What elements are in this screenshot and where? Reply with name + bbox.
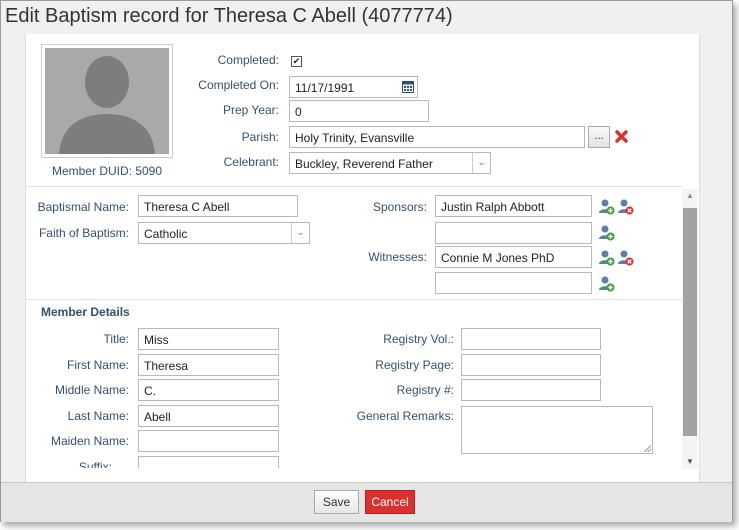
suffix-input[interactable] xyxy=(138,456,279,468)
witnesses-label: Witnesses: xyxy=(368,250,427,264)
completed-label: Completed: xyxy=(217,53,279,67)
completed-on-label: Completed On: xyxy=(198,78,279,92)
last-name-input[interactable]: Abell xyxy=(138,405,279,427)
witness-input-1[interactable]: Connie M Jones PhD xyxy=(435,246,592,268)
middle-name-input[interactable]: C. xyxy=(138,379,279,401)
celebrant-label: Celebrant: xyxy=(223,155,279,169)
general-remarks-label: General Remarks: xyxy=(356,409,454,423)
registry-page-label: Registry Page: xyxy=(375,358,454,372)
prep-year-input[interactable]: 0 xyxy=(289,100,429,122)
title-input[interactable]: Miss xyxy=(138,328,279,350)
member-details-title: Member Details xyxy=(41,305,130,319)
registry-number-input[interactable] xyxy=(461,379,601,401)
first-name-label: First Name: xyxy=(66,358,129,372)
general-remarks-textarea[interactable] xyxy=(461,406,653,454)
edit-baptism-dialog: Edit Baptism record for Theresa C Abell … xyxy=(0,0,733,522)
registry-vol-input[interactable] xyxy=(461,328,601,350)
resize-handle-icon[interactable] xyxy=(644,445,651,452)
registry-vol-label: Registry Vol.: xyxy=(383,332,454,346)
divider xyxy=(26,299,682,300)
scroll-up-arrow-icon[interactable]: ▲ xyxy=(682,189,698,203)
chevron-down-icon[interactable]: ⌄ xyxy=(472,153,490,173)
red-x-icon[interactable] xyxy=(614,129,629,144)
add-person-icon[interactable] xyxy=(598,275,615,292)
add-person-icon[interactable] xyxy=(598,198,615,215)
member-duid: Member DUID: 5090 xyxy=(51,164,163,178)
chevron-down-icon[interactable]: ⌄ xyxy=(291,223,309,243)
title-label: Title: xyxy=(103,332,129,346)
baptismal-name-label: Baptismal Name: xyxy=(37,200,129,214)
dialog-footer: Save Cancel xyxy=(1,482,732,522)
calendar-icon[interactable] xyxy=(402,80,414,93)
dialog-content: Member DUID: 5090 Completed: ✔ Completed… xyxy=(25,34,700,482)
witness-input-2[interactable] xyxy=(435,272,592,294)
parish-input[interactable]: Holy Trinity, Evansville xyxy=(289,126,585,148)
divider xyxy=(26,186,682,187)
remove-person-icon[interactable] xyxy=(617,249,634,266)
scroll-down-arrow-icon[interactable]: ▼ xyxy=(682,455,698,469)
first-name-input[interactable]: Theresa xyxy=(138,354,279,376)
maiden-name-label: Maiden Name: xyxy=(50,434,129,448)
registry-page-input[interactable] xyxy=(461,354,601,376)
sponsors-label: Sponsors: xyxy=(372,200,427,214)
parish-browse-button[interactable]: ... xyxy=(588,126,610,148)
last-name-label: Last Name: xyxy=(67,409,129,423)
dialog-title: Edit Baptism record for Theresa C Abell … xyxy=(5,5,453,27)
parish-label: Parish: xyxy=(241,130,279,144)
scroll-clip: Suffix: xyxy=(26,452,682,468)
baptismal-name-input[interactable]: Theresa C Abell xyxy=(138,195,298,217)
faith-value: Catholic xyxy=(144,227,188,241)
remove-person-icon[interactable] xyxy=(617,198,634,215)
person-silhouette-icon xyxy=(45,48,169,154)
middle-name-label: Middle Name: xyxy=(54,383,129,397)
cancel-button[interactable]: Cancel xyxy=(365,490,415,514)
completed-on-value: 11/17/1991 xyxy=(295,81,355,95)
completed-on-field[interactable]: 11/17/1991 xyxy=(289,76,418,98)
celebrant-value: Buckley, Reverend Father xyxy=(295,157,433,171)
faith-of-baptism-select[interactable]: Catholic ⌄ xyxy=(138,222,310,244)
sponsor-input-1[interactable]: Justin Ralph Abbott xyxy=(435,195,592,217)
member-photo xyxy=(41,44,173,158)
add-person-icon[interactable] xyxy=(598,224,615,241)
add-person-icon[interactable] xyxy=(598,249,615,266)
suffix-label: Suffix: xyxy=(78,460,112,468)
sponsor-input-2[interactable] xyxy=(435,222,592,244)
save-button[interactable]: Save xyxy=(314,490,359,514)
prep-year-label: Prep Year: xyxy=(222,103,279,117)
celebrant-select[interactable]: Buckley, Reverend Father ⌄ xyxy=(289,152,491,174)
scrollbar-thumb[interactable] xyxy=(683,208,697,436)
faith-of-baptism-label: Faith of Baptism: xyxy=(38,226,129,240)
registry-number-label: Registry #: xyxy=(396,383,454,397)
completed-checkbox[interactable]: ✔ xyxy=(291,56,302,67)
scrollbar[interactable]: ▲ ▼ xyxy=(682,189,698,469)
maiden-name-input[interactable] xyxy=(138,430,279,452)
